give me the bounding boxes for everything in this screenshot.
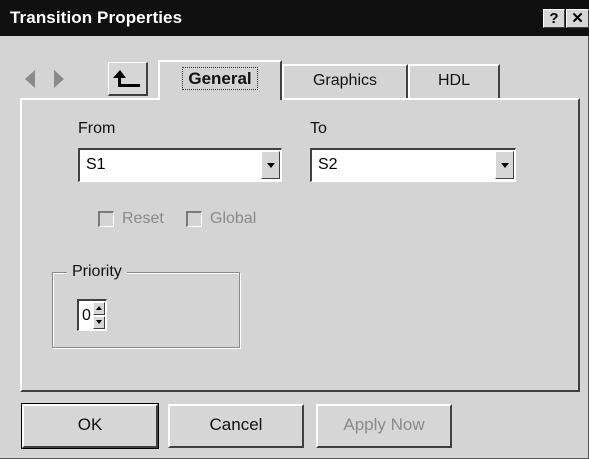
to-select[interactable]: S2	[310, 148, 516, 182]
global-label: Global	[210, 210, 257, 227]
help-button[interactable]: ?	[543, 9, 565, 28]
to-label: To	[310, 120, 327, 137]
to-select-value: S2	[318, 156, 338, 173]
priority-value: 0	[82, 307, 91, 324]
return-arrow-icon	[109, 63, 146, 94]
apply-now-button[interactable]: Apply Now	[316, 404, 452, 448]
from-label: From	[78, 120, 116, 137]
priority-stepper[interactable]: 0	[77, 299, 107, 331]
forward-button[interactable]	[46, 62, 72, 96]
left-arrow-icon	[18, 62, 44, 96]
decrement-icon[interactable]	[93, 316, 105, 329]
window-title: Transition Properties	[10, 8, 183, 27]
chevron-down-icon[interactable]	[261, 151, 280, 179]
from-select-value: S1	[86, 156, 106, 173]
tab-hdl[interactable]: HDL	[408, 64, 500, 98]
reset-label: Reset	[122, 210, 164, 227]
general-tab-panel: From S1 To S2 Reset Global Priority 0	[20, 98, 580, 392]
up-level-button[interactable]	[108, 62, 148, 96]
close-button[interactable]: ✕	[566, 9, 589, 28]
ok-button[interactable]: OK	[21, 403, 159, 449]
dialog-window: Transition Properties ? ✕ General Graphi…	[0, 0, 589, 459]
increment-icon[interactable]	[93, 302, 105, 315]
chevron-down-icon[interactable]	[495, 151, 514, 179]
tab-general[interactable]: General	[158, 60, 282, 100]
from-select[interactable]: S1	[78, 148, 282, 182]
reset-checkbox[interactable]	[98, 211, 114, 227]
tab-general-label: General	[182, 67, 258, 90]
title-bar[interactable]: Transition Properties ? ✕	[0, 0, 589, 36]
tab-graphics[interactable]: Graphics	[282, 64, 408, 98]
cancel-button[interactable]: Cancel	[168, 404, 304, 448]
global-checkbox[interactable]	[186, 211, 202, 227]
priority-group: Priority 0	[52, 263, 240, 348]
back-button[interactable]	[18, 62, 44, 96]
priority-label: Priority	[67, 263, 127, 281]
right-arrow-icon	[46, 62, 72, 96]
